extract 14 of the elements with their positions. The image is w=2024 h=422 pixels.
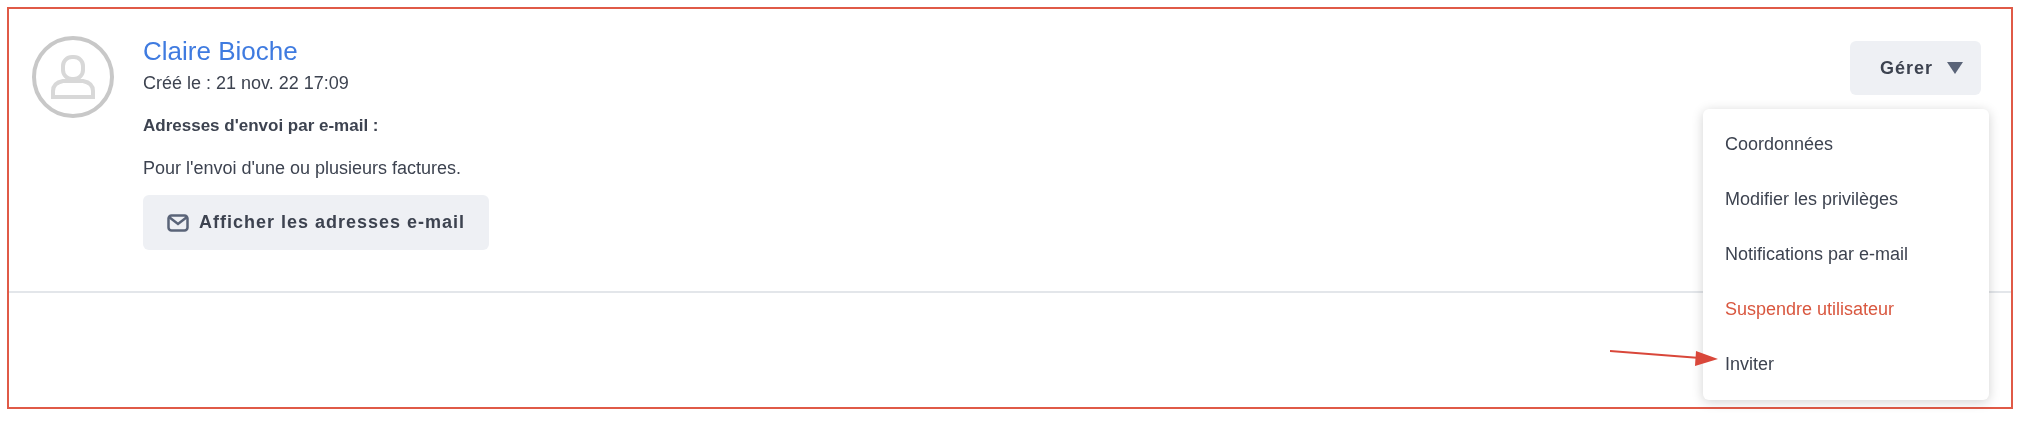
created-date: Créé le : 21 nov. 22 17:09 <box>143 73 349 94</box>
menu-item[interactable]: Notifications par e-mail <box>1703 227 1989 282</box>
manage-button[interactable]: Gérer <box>1849 41 1981 95</box>
menu-item[interactable]: Modifier les privilèges <box>1703 172 1989 227</box>
mail-icon <box>167 213 189 232</box>
menu-item[interactable]: Suspendre utilisateur <box>1703 282 1989 337</box>
section-title: Adresses d'envoi par e-mail : <box>143 116 379 136</box>
menu-item[interactable]: Inviter <box>1703 337 1989 392</box>
menu-item[interactable]: Coordonnées <box>1703 117 1989 172</box>
show-emails-button[interactable]: Afficher les adresses e-mail <box>143 195 490 250</box>
section-description: Pour l'envoi d'une ou plusieurs factures. <box>143 158 462 179</box>
user-name[interactable]: Claire Bioche <box>143 35 298 67</box>
avatar-icon <box>31 35 115 119</box>
caret-icon <box>1947 62 1963 74</box>
